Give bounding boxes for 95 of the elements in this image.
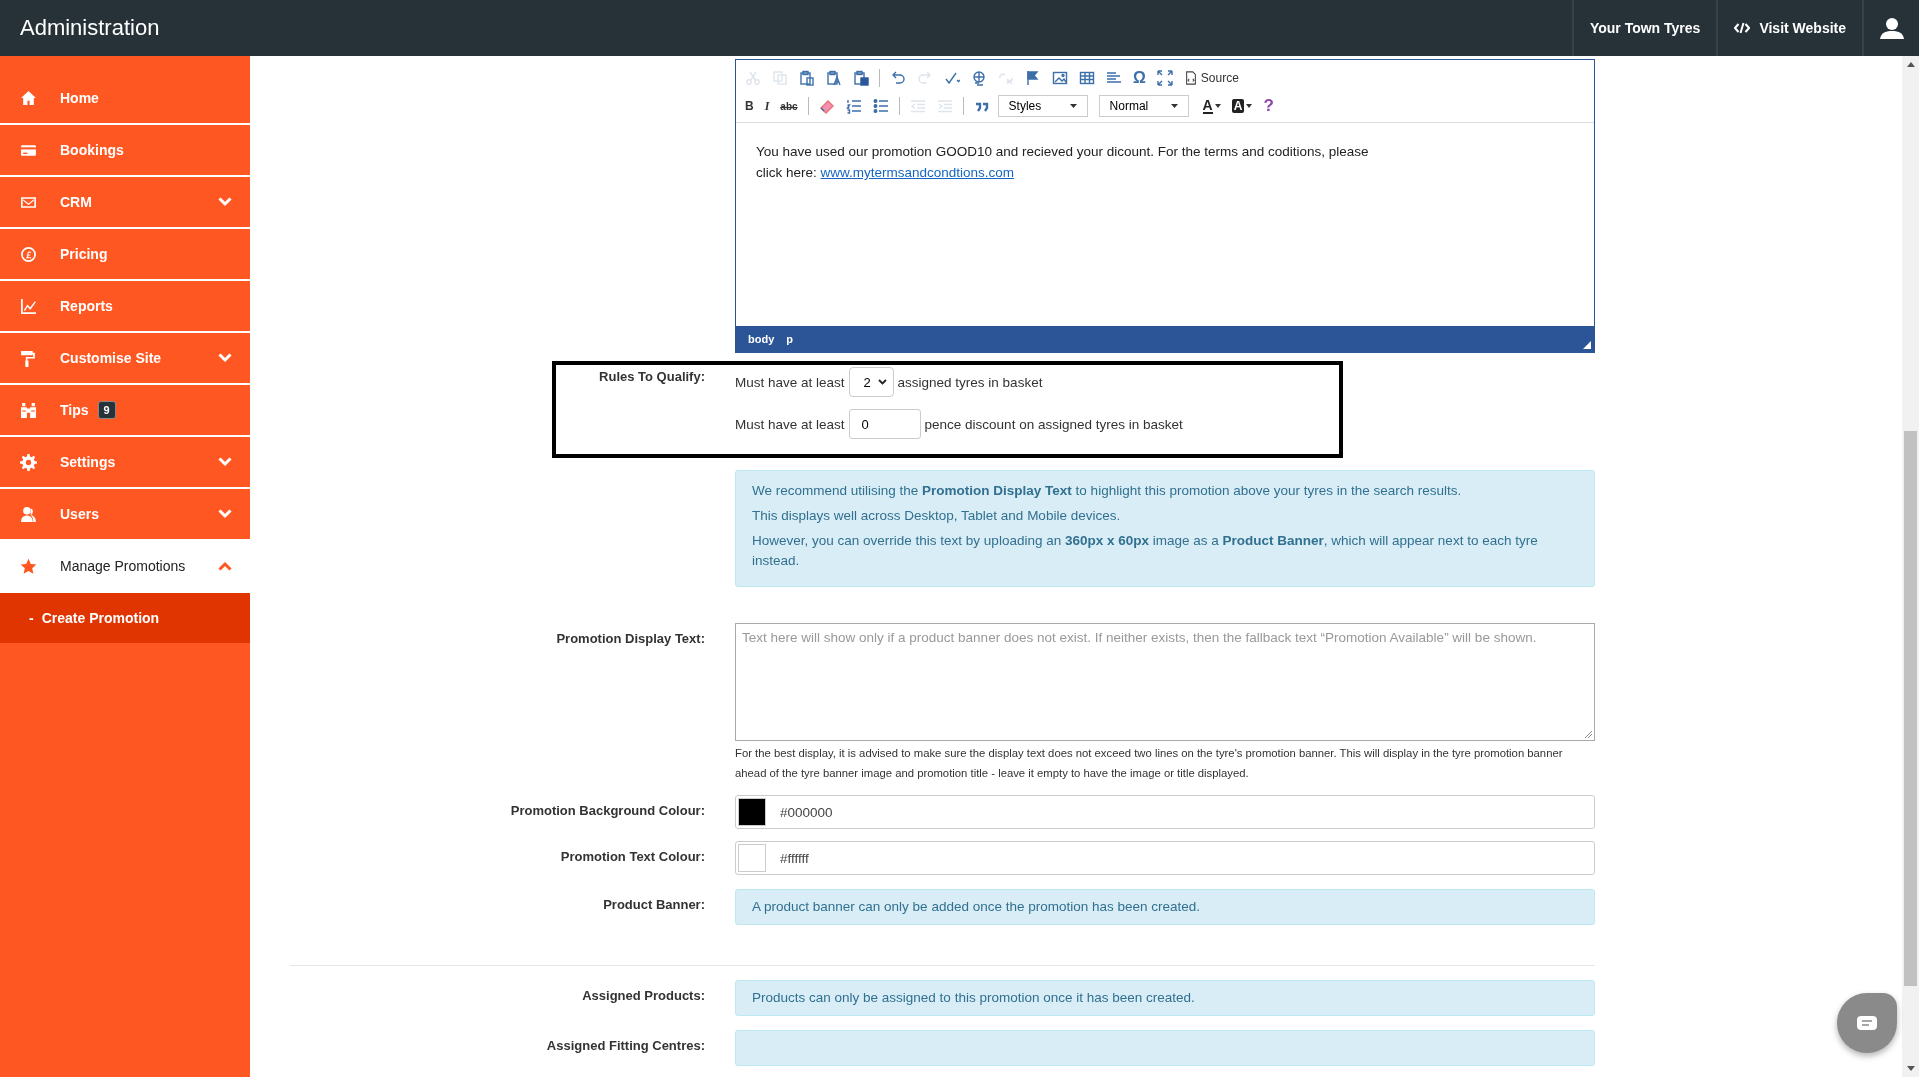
- scroll-up-icon[interactable]: [1906, 62, 1915, 67]
- undo-icon: [890, 70, 906, 86]
- rule-text: Must have at least: [735, 374, 845, 390]
- rule-text: pence discount on assigned tyres in basket: [924, 416, 1183, 432]
- sidebar-label: Tips: [60, 402, 89, 418]
- terms-link[interactable]: www.mytermsandcondtions.com: [820, 165, 1015, 180]
- sidebar-label: Customise Site: [60, 350, 162, 366]
- pound-icon: [20, 245, 37, 263]
- sidebar-subitem[interactable]: - Create Promotion: [0, 593, 250, 643]
- bg-color-button[interactable]: A: [1228, 97, 1256, 115]
- numbered-list-icon: [845, 98, 862, 114]
- editor-paragraph: You have used our promotion GOOD10 and recieved your dicount. For the terms and coditions, please click here: www.mytermsandcondtions.com: [756, 143, 1370, 182]
- rule-text: Must have at least: [735, 416, 845, 432]
- field-label: Promotion Background Colour:: [509, 802, 706, 820]
- anchor-icon: [1025, 70, 1041, 86]
- toolbar-button[interactable]: B: [742, 97, 757, 115]
- image-icon: [1052, 70, 1068, 86]
- element-path-item[interactable]: p: [786, 333, 793, 345]
- field-label: Assigned Fitting Centres:: [545, 1037, 706, 1055]
- shop-name-link[interactable]: Your Town Tyres: [1571, 0, 1717, 56]
- notice-text: Products can only be assigned to this promotion once it has been created.: [752, 990, 1195, 1005]
- user-icon: [1879, 17, 1904, 39]
- format-dropdown[interactable]: Styles: [997, 95, 1088, 117]
- chart-icon: [20, 297, 37, 315]
- field-label: Promotion Display Text:: [555, 630, 706, 648]
- chevron-down-icon: [877, 379, 887, 385]
- sidebar-item[interactable]: Manage Promotions: [0, 541, 250, 591]
- bulleted-list-icon: [872, 98, 889, 114]
- gear-icon: [20, 453, 37, 471]
- spellcheck-icon: [944, 70, 960, 86]
- caret-icon: [1069, 104, 1077, 108]
- scroll-down-icon[interactable]: [1906, 1066, 1915, 1071]
- sidebar-label: Settings: [60, 454, 116, 470]
- field-label: Rules To Qualify:: [598, 368, 706, 386]
- colour-swatch[interactable]: [738, 798, 766, 826]
- count-badge: 9: [97, 401, 116, 419]
- notice-text: A product banner can only be added once the promotion has been created.: [752, 899, 1201, 914]
- lines-icon: [1106, 70, 1122, 86]
- home-icon: [20, 89, 37, 107]
- caret-icon: [1214, 104, 1221, 108]
- info-text: This displays well across Desktop, Tablet and Mobile devices.: [752, 507, 1122, 525]
- binoculars-icon: [20, 401, 37, 419]
- eraser-icon: [818, 98, 835, 114]
- document-code-icon: [1183, 70, 1198, 86]
- source-button[interactable]: Source: [1180, 68, 1242, 88]
- sidebar-label: Bookings: [60, 142, 124, 158]
- toolbar-button[interactable]: Ω: [1130, 67, 1149, 89]
- chat-icon: [1857, 1016, 1877, 1030]
- caret-icon: [1170, 104, 1178, 108]
- sidebar-label: Home: [60, 90, 99, 106]
- toolbar-button[interactable]: ?: [1260, 94, 1277, 118]
- info-text: We recommend utilising the Promotion Display Text to highlight this promotion above your tyres in the search results.: [752, 482, 1463, 500]
- colour-field[interactable]: #ffffff: [735, 841, 1595, 875]
- scrollbar[interactable]: [1902, 56, 1919, 1077]
- sidebar-label: Users: [60, 506, 99, 522]
- caret-icon: [1246, 104, 1253, 108]
- resize-grip-icon: [1584, 730, 1592, 738]
- cut-icon: [745, 70, 761, 86]
- field-label: Assigned Products:: [581, 987, 706, 1005]
- redo-icon: [917, 70, 933, 86]
- format-dropdown[interactable]: Normal: [1098, 95, 1189, 117]
- outdent-icon: [909, 98, 926, 114]
- star-icon: [20, 557, 37, 575]
- resize-grip-icon: [1583, 341, 1591, 349]
- visit-website-link[interactable]: Visit Website: [1716, 0, 1862, 56]
- quantity-select[interactable]: 2: [848, 367, 894, 397]
- colour-field[interactable]: #000000: [735, 795, 1595, 829]
- text-color-button[interactable]: A: [1199, 96, 1224, 116]
- scroll-thumb[interactable]: [1904, 431, 1917, 986]
- table-icon: [1079, 70, 1095, 86]
- sidebar-label: CRM: [60, 194, 92, 210]
- help-text: For the best display, it is advised to make sure the display text does not exceed two lines on the tyre's promotion banner. This will display in the tyre promotion banner ahead of the tyre banner image and promotion title - leave it empty to have the image or title displayed.: [735, 746, 1564, 781]
- code-icon: [1734, 22, 1751, 34]
- sidebar-label: Reports: [60, 298, 113, 314]
- colour-swatch[interactable]: [738, 844, 766, 872]
- amount-input[interactable]: 0: [848, 409, 921, 439]
- info-text: However, you can override this text by uploading an 360px x 60px image as a Product Banner, which will appear next to each tyre instead.: [752, 532, 1539, 570]
- paste-word-icon: [853, 70, 869, 86]
- roller-icon: [20, 349, 37, 367]
- rule-text: assigned tyres in basket: [897, 374, 1043, 390]
- toolbar-button[interactable]: abc: [777, 98, 801, 114]
- chat-button[interactable]: [1837, 993, 1897, 1053]
- user-icon: [20, 505, 37, 523]
- paste-icon: [799, 70, 815, 86]
- toolbar-button[interactable]: I: [761, 96, 773, 116]
- sidebar-label: Pricing: [60, 246, 108, 262]
- field-label: Product Banner:: [602, 896, 706, 914]
- maximize-icon: [1156, 70, 1173, 86]
- field-label: Promotion Text Colour:: [559, 848, 706, 866]
- sidebar-label: Manage Promotions: [60, 558, 186, 574]
- app-title: Administration: [19, 15, 160, 41]
- indent-icon: [936, 98, 953, 114]
- copy-icon: [772, 70, 788, 86]
- element-path-item[interactable]: body: [748, 333, 775, 345]
- paste-text-icon: [826, 70, 842, 86]
